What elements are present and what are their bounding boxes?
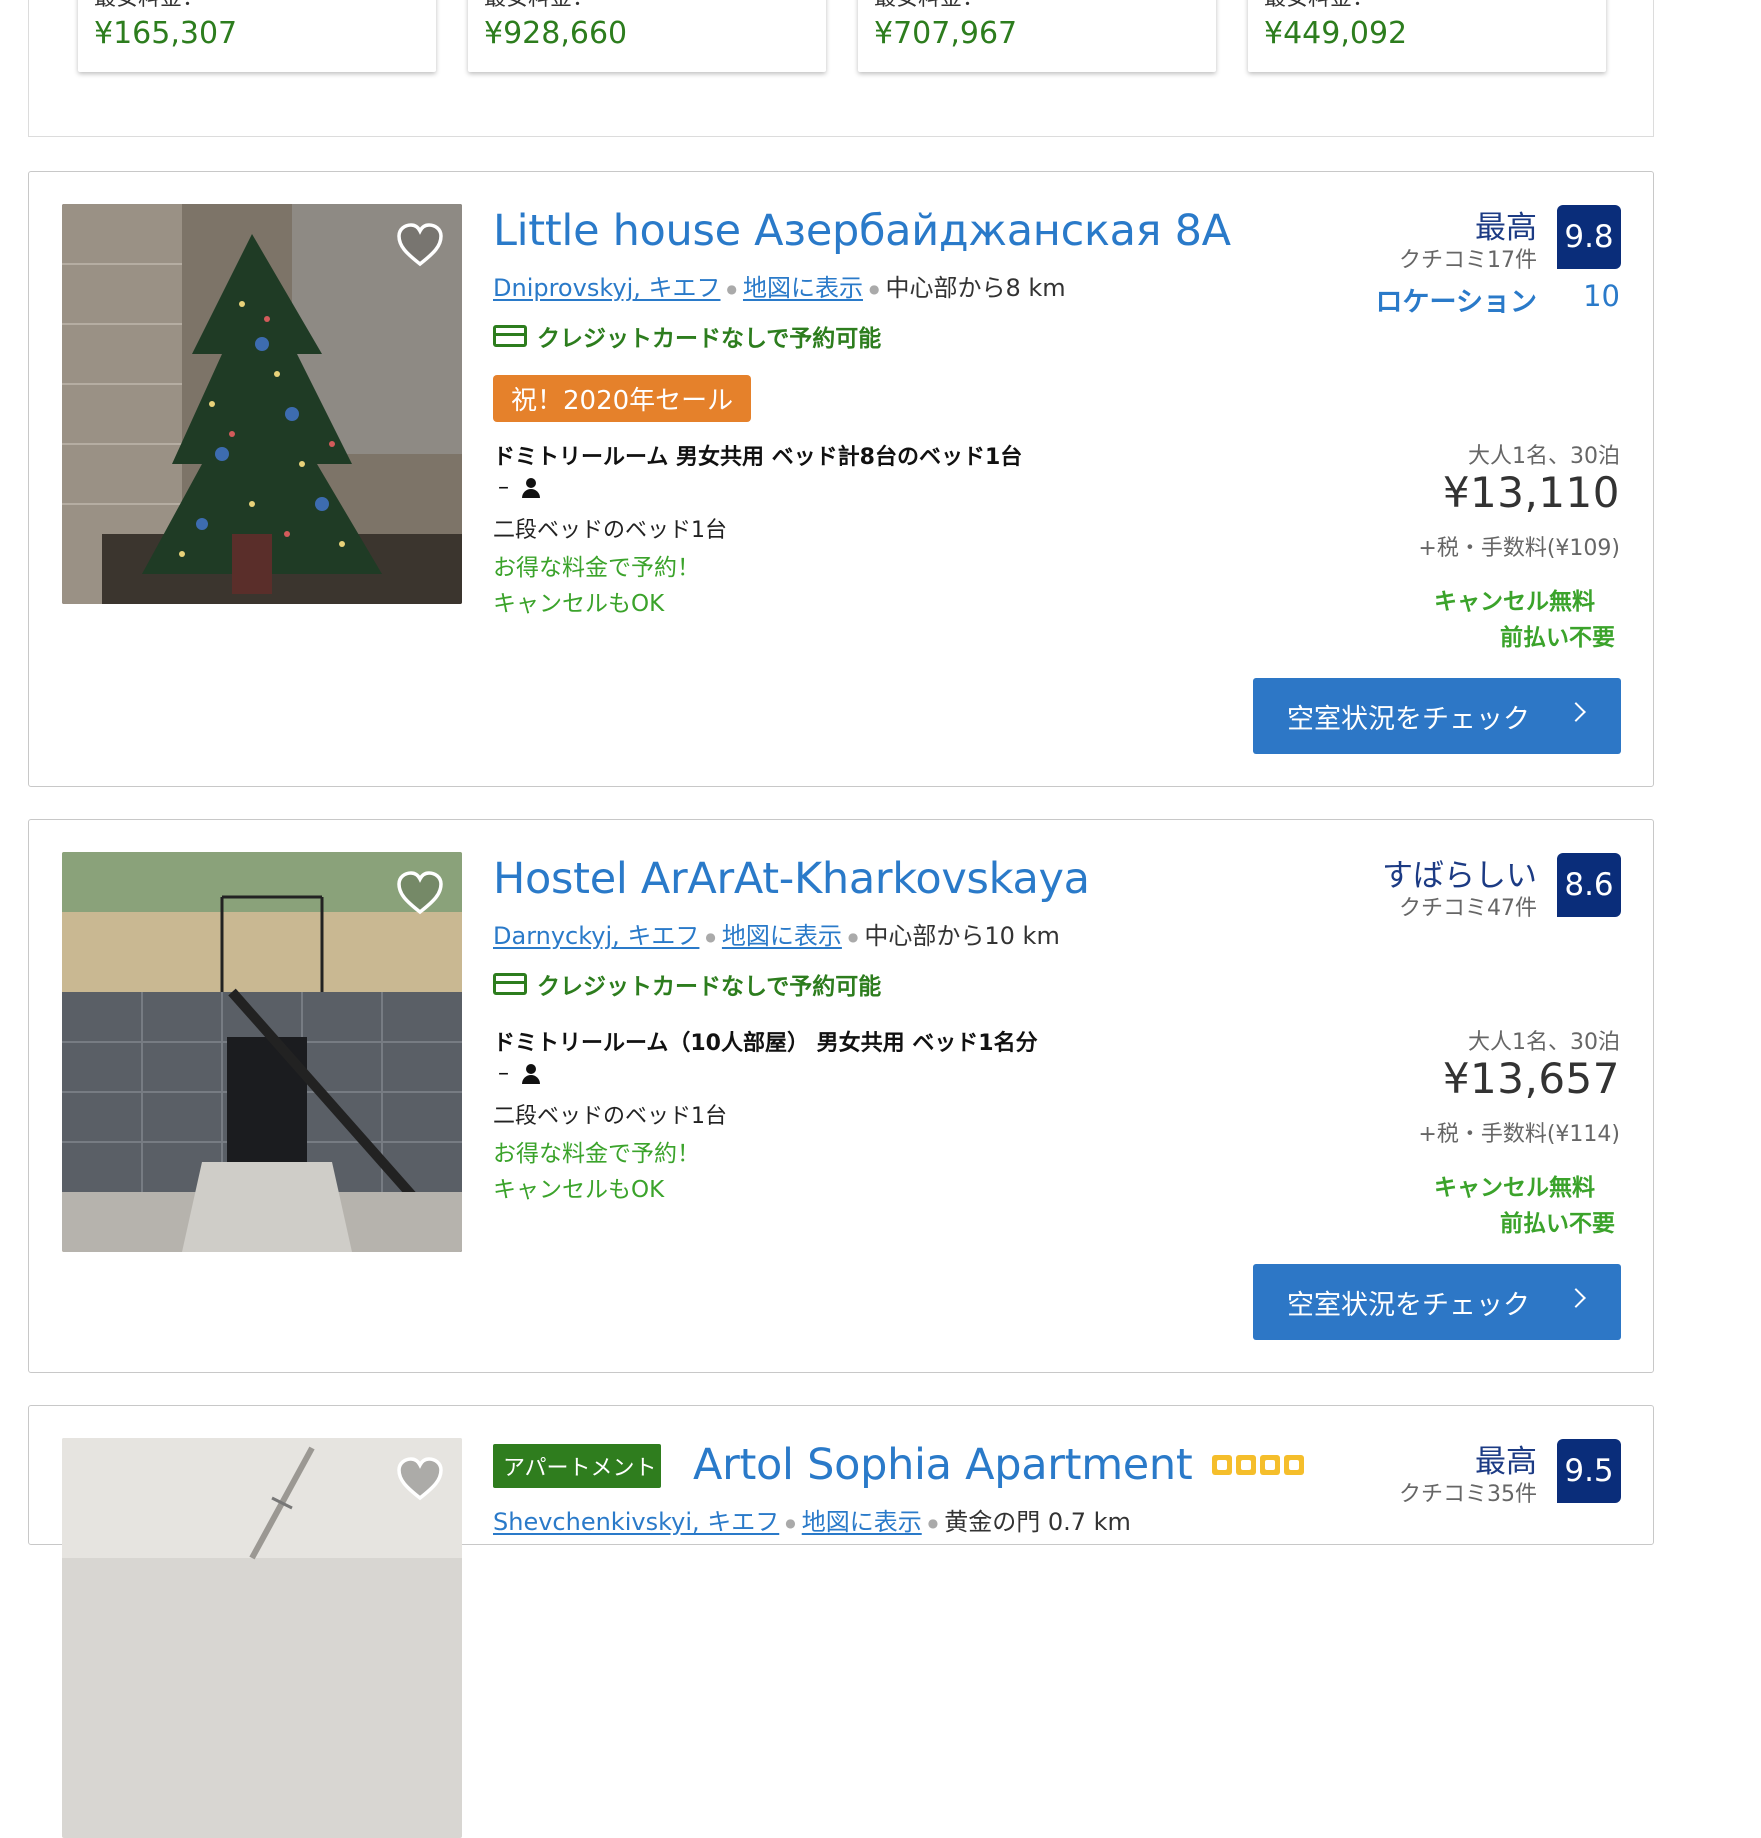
- room-name[interactable]: ドミトリールーム 男女共用 ベッド計8台のベッド1台: [493, 439, 1022, 471]
- room-name[interactable]: ドミトリールーム（10人部屋） 男女共用 ベッド1名分: [493, 1025, 1038, 1057]
- property-title[interactable]: Artol Sophia Apartment: [693, 1440, 1193, 1490]
- deal-text: お得な料金で予約！: [493, 1141, 700, 1167]
- distance-text: 中心部から10 km: [864, 922, 1060, 950]
- price-card-label: 最安料金：: [94, 0, 204, 12]
- heart-icon[interactable]: [396, 222, 444, 268]
- score-word: 最高: [1475, 1444, 1537, 1480]
- cta-label: 空室状況をチェック: [1287, 703, 1530, 735]
- property-photo[interactable]: [62, 204, 462, 604]
- credit-card-icon: [493, 973, 527, 995]
- score-badge: 8.6: [1557, 853, 1621, 917]
- distance-text: 中心部から8 km: [885, 274, 1066, 302]
- price-card[interactable]: 最安料金： ¥165,307: [78, 0, 436, 72]
- person-icon: [521, 1063, 541, 1084]
- cta-label: 空室状況をチェック: [1287, 1289, 1530, 1321]
- guest-nights: 大人1名、30泊: [1468, 1030, 1620, 1055]
- free-cancel: キャンセル無料: [1434, 589, 1595, 615]
- star-icon: [1236, 1455, 1257, 1475]
- location-score-value: 10: [1583, 279, 1620, 313]
- credit-note-text: クレジットカードなしで予約可能: [537, 974, 882, 1000]
- location-score-label: ロケーション: [1375, 287, 1537, 318]
- price-card-value: ¥449,092: [1264, 16, 1408, 51]
- location-row: Dniprovskyj, キエフ ● 地図に表示 ● 中心部から8 km: [493, 274, 1066, 302]
- occupancy-prefix: –: [498, 475, 509, 500]
- star-icon: [1212, 1455, 1233, 1475]
- credit-card-icon: [493, 325, 527, 347]
- person-icon: [521, 477, 541, 498]
- property-title[interactable]: Little house Азербайджанская 8А: [493, 206, 1231, 256]
- price: ¥13,110: [1442, 468, 1620, 517]
- star-rating: [1212, 1455, 1305, 1475]
- location-row: Shevchenkivskyi, キエフ ● 地図に表示 ● 黄金の門 0.7 km: [493, 1508, 1131, 1536]
- occupancy: –: [498, 1061, 541, 1086]
- no-prepayment: 前払い不要: [1500, 625, 1615, 651]
- price-card[interactable]: 最安料金： ¥707,967: [858, 0, 1216, 72]
- deal-text: お得な料金で予約！: [493, 555, 700, 581]
- property-title[interactable]: Hostel ArArAt-Kharkovskaya: [493, 854, 1090, 904]
- price-card-value: ¥928,660: [484, 16, 628, 51]
- star-icon: [1260, 1455, 1281, 1475]
- district-link[interactable]: Dniprovskyj, キエフ: [493, 274, 721, 302]
- free-cancel: キャンセル無料: [1434, 1175, 1595, 1201]
- review-count[interactable]: クチコミ17件: [1399, 242, 1537, 274]
- price-card-label: 最安料金：: [484, 0, 594, 12]
- price-card[interactable]: 最安料金： ¥449,092: [1248, 0, 1606, 72]
- map-link[interactable]: 地図に表示: [743, 274, 863, 302]
- credit-note-text: クレジットカードなしで予約可能: [537, 326, 882, 352]
- heart-icon[interactable]: [396, 1456, 444, 1502]
- property-card: アパートメント Artol Sophia Apartment Shevchenk…: [28, 1405, 1654, 1838]
- score-badge: 9.8: [1557, 205, 1621, 269]
- star-icon: [1284, 1455, 1305, 1475]
- no-credit-card-note: クレジットカードなしで予約可能: [493, 319, 881, 353]
- chevron-right-icon: [1566, 1288, 1586, 1308]
- tax-fee: +税・手数料(¥114): [1418, 1122, 1620, 1147]
- score-badge: 9.5: [1557, 1439, 1621, 1503]
- price-card-value: ¥165,307: [94, 16, 238, 51]
- location-row: Darnyckyj, キエフ ● 地図に表示 ● 中心部から10 km: [493, 922, 1060, 950]
- heart-icon[interactable]: [396, 870, 444, 916]
- map-link[interactable]: 地図に表示: [722, 922, 842, 950]
- no-credit-card-note: クレジットカードなしで予約可能: [493, 967, 881, 1001]
- title-row: Artol Sophia Apartment: [693, 1440, 1305, 1490]
- map-link[interactable]: 地図に表示: [802, 1508, 922, 1536]
- score-word: すばらしい: [1382, 858, 1537, 894]
- chevron-right-icon: [1566, 702, 1586, 722]
- tax-fee: +税・手数料(¥109): [1418, 536, 1620, 561]
- price-card-label: 最安料金：: [1264, 0, 1374, 12]
- price-card-label: 最安料金：: [874, 0, 984, 12]
- price-card[interactable]: 最安料金： ¥928,660: [468, 0, 826, 72]
- property-card: Little house Азербайджанская 8А Dniprovs…: [28, 171, 1654, 787]
- price: ¥13,657: [1442, 1054, 1620, 1103]
- occupancy-prefix: –: [498, 1061, 509, 1086]
- property-photo[interactable]: [62, 1438, 462, 1838]
- score-word: 最高: [1475, 210, 1537, 246]
- review-count[interactable]: クチコミ47件: [1399, 890, 1537, 922]
- property-card: Hostel ArArAt-Kharkovskaya Darnyckyj, キエ…: [28, 819, 1654, 1373]
- district-link[interactable]: Darnyckyj, キエフ: [493, 922, 699, 950]
- bed-type: 二段ベッドのベッド1台: [493, 518, 727, 543]
- sale-badge: 祝！2020年セール: [493, 375, 752, 422]
- cancel-text: キャンセルもOK: [493, 1177, 665, 1203]
- price-card-value: ¥707,967: [874, 16, 1018, 51]
- no-prepayment: 前払い不要: [1500, 1211, 1615, 1237]
- occupancy: –: [498, 475, 541, 500]
- bed-type: 二段ベッドのベッド1台: [493, 1104, 727, 1129]
- property-photo[interactable]: [62, 852, 462, 1252]
- check-availability-button[interactable]: 空室状況をチェック: [1253, 678, 1621, 754]
- distance-text: 黄金の門 0.7 km: [944, 1508, 1131, 1536]
- property-type-badge: アパートメント: [493, 1444, 661, 1488]
- cancel-text: キャンセルもOK: [493, 591, 665, 617]
- check-availability-button[interactable]: 空室状況をチェック: [1253, 1264, 1621, 1340]
- district-link[interactable]: Shevchenkivskyi, キエフ: [493, 1508, 779, 1536]
- review-count[interactable]: クチコミ35件: [1399, 1476, 1537, 1508]
- guest-nights: 大人1名、30泊: [1468, 444, 1620, 469]
